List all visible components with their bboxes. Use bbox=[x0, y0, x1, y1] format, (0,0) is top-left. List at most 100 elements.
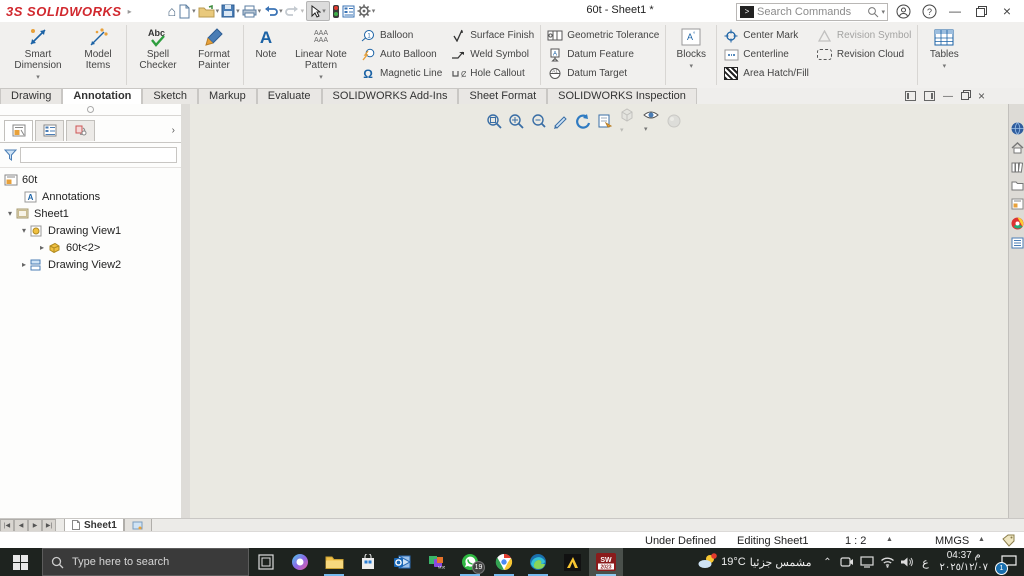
search-icon[interactable] bbox=[867, 6, 879, 18]
zoom-in-out-icon[interactable] bbox=[530, 113, 546, 129]
smart-dimension-button[interactable]: Smart Dimension ▾ bbox=[4, 22, 72, 88]
new-document-icon[interactable]: ▾ bbox=[178, 1, 196, 21]
tab-solidworks-inspection[interactable]: SOLIDWORKS Inspection bbox=[547, 88, 697, 104]
design-library-icon[interactable] bbox=[1011, 161, 1023, 173]
custom-properties-icon[interactable] bbox=[1011, 237, 1024, 249]
tab-drawing[interactable]: Drawing bbox=[0, 88, 62, 104]
tables-button[interactable]: Tables ▾ bbox=[920, 22, 968, 88]
center-mark-button[interactable]: Center Mark bbox=[723, 26, 809, 45]
pane-left-icon[interactable] bbox=[905, 91, 916, 101]
clock-widget[interactable]: 04:37 م ٢٠٢٥/١٢/٠٧ bbox=[933, 550, 994, 574]
help-icon[interactable]: ? bbox=[916, 2, 942, 20]
tab-feature-manager[interactable] bbox=[4, 120, 33, 141]
model-items-button[interactable]: Model Items bbox=[72, 22, 124, 88]
zoom-fit-icon[interactable] bbox=[486, 113, 502, 129]
balloon-button[interactable]: 1 Balloon bbox=[360, 26, 442, 45]
tag-icon[interactable] bbox=[1002, 534, 1016, 547]
home-icon[interactable]: ⌂ bbox=[168, 1, 176, 21]
filter-input[interactable] bbox=[20, 147, 177, 163]
tree-item-sheet1[interactable]: ▾ Sheet1 bbox=[0, 205, 181, 222]
copilot-icon[interactable] bbox=[283, 548, 317, 576]
linear-note-pattern-button[interactable]: AAAAAA Linear Note Pattern ▾ bbox=[286, 22, 356, 88]
area-hatch-button[interactable]: Area Hatch/Fill bbox=[723, 64, 809, 83]
print-icon[interactable]: ▾ bbox=[242, 1, 262, 21]
home-pane-icon[interactable] bbox=[1011, 142, 1024, 154]
doc-close-button[interactable]: × bbox=[978, 89, 985, 103]
blocks-button[interactable]: A° Blocks ▾ bbox=[668, 22, 714, 88]
tab-sheet-format[interactable]: Sheet Format bbox=[458, 88, 547, 104]
sheet-properties-icon[interactable] bbox=[597, 113, 613, 129]
weather-widget[interactable]: 19°C مشمس جزئيا bbox=[691, 548, 817, 576]
tree-item-root[interactable]: 60t bbox=[0, 171, 181, 188]
tab-configuration-manager[interactable] bbox=[66, 120, 95, 141]
options-gear-icon[interactable]: ▾ bbox=[357, 1, 376, 21]
datum-target-button[interactable]: A1 Datum Target bbox=[547, 64, 659, 83]
units-dropdown-arrow[interactable]: ▲ bbox=[978, 536, 985, 543]
format-painter-button[interactable]: Format Painter bbox=[187, 22, 241, 88]
redraw-icon[interactable] bbox=[574, 113, 591, 129]
units-indicator[interactable]: MMGS bbox=[935, 535, 969, 547]
tab-solidworks-addins[interactable]: SOLIDWORKS Add-Ins bbox=[322, 88, 459, 104]
resources-globe-icon[interactable] bbox=[1011, 122, 1024, 135]
undo-icon[interactable]: ▾ bbox=[263, 1, 283, 21]
geometric-tolerance-button[interactable]: Geometric Tolerance bbox=[547, 26, 659, 45]
doc-minimize-button[interactable]: — bbox=[943, 91, 953, 102]
tab-property-manager[interactable] bbox=[35, 120, 64, 141]
tree-item-drawing-view2[interactable]: ▸ Drawing View2 bbox=[0, 256, 181, 273]
account-icon[interactable] bbox=[890, 2, 916, 20]
tab-markup[interactable]: Markup bbox=[198, 88, 257, 104]
open-icon[interactable]: ▾ bbox=[198, 1, 220, 21]
chrome-icon[interactable] bbox=[487, 548, 521, 576]
start-button[interactable] bbox=[0, 548, 40, 576]
tree-item-drawing-view1[interactable]: ▾ Drawing View1 bbox=[0, 222, 181, 239]
wifi-tray-icon[interactable] bbox=[877, 548, 897, 576]
file-explorer-icon[interactable] bbox=[317, 548, 351, 576]
search-commands-box[interactable]: > Search Commands ▾ bbox=[736, 3, 888, 21]
whatsapp-icon[interactable]: 19 bbox=[453, 548, 487, 576]
tab-evaluate[interactable]: Evaluate bbox=[257, 88, 322, 104]
select-tool[interactable]: ▾ bbox=[306, 1, 330, 21]
rebuild-icon[interactable] bbox=[332, 1, 340, 21]
revision-cloud-button[interactable]: Revision Cloud bbox=[817, 45, 911, 64]
volume-tray-icon[interactable] bbox=[897, 548, 917, 576]
view-orientation-icon[interactable] bbox=[552, 113, 568, 129]
tree-item-part[interactable]: ▸ 60t<2> bbox=[0, 239, 181, 256]
hole-callout-button[interactable]: Ø Hole Callout bbox=[450, 64, 534, 83]
filter-icon[interactable] bbox=[4, 149, 17, 161]
tab-sketch[interactable]: Sketch bbox=[142, 88, 198, 104]
datum-feature-button[interactable]: A Datum Feature bbox=[547, 45, 659, 64]
taskbar-search-box[interactable]: Type here to search bbox=[42, 548, 249, 576]
m365-icon[interactable]: M365 bbox=[419, 548, 453, 576]
save-icon[interactable]: ▾ bbox=[221, 1, 240, 21]
collapse-arrow-icon[interactable]: ▾ bbox=[18, 226, 30, 235]
task-view-icon[interactable] bbox=[249, 548, 283, 576]
doc-restore-button[interactable] bbox=[961, 90, 970, 102]
tray-expand-arrow[interactable]: ⌃ bbox=[817, 548, 837, 576]
expand-arrow-icon[interactable]: ▸ bbox=[36, 243, 48, 252]
drawing-graphics-area[interactable]: ▾ ▾ bbox=[190, 104, 1008, 518]
weld-symbol-button[interactable]: Weld Symbol bbox=[450, 45, 534, 64]
auto-balloon-button[interactable]: Auto Balloon bbox=[360, 45, 442, 64]
zoom-area-icon[interactable] bbox=[508, 113, 524, 129]
collapse-arrow-icon[interactable]: ▾ bbox=[4, 209, 16, 218]
redo-icon[interactable]: ▾ bbox=[285, 1, 305, 21]
surface-finish-button[interactable]: Surface Finish bbox=[450, 26, 534, 45]
sheet-scale[interactable]: 1 : 2 bbox=[845, 535, 866, 547]
view-palette-icon[interactable] bbox=[1011, 198, 1024, 210]
display-tray-icon[interactable] bbox=[857, 548, 877, 576]
close-button[interactable]: × bbox=[994, 2, 1020, 20]
note-button[interactable]: A Note bbox=[246, 22, 286, 88]
panel-resize-handle[interactable] bbox=[0, 104, 181, 116]
logo-expand-arrow[interactable]: ▸ bbox=[128, 7, 132, 16]
meet-now-icon[interactable] bbox=[837, 548, 857, 576]
edge-icon[interactable] bbox=[521, 548, 555, 576]
expand-arrow-icon[interactable]: ▸ bbox=[18, 260, 30, 269]
tree-item-annotations[interactable]: A Annotations bbox=[0, 188, 181, 205]
ansys-icon[interactable] bbox=[555, 548, 589, 576]
pane-right-icon[interactable] bbox=[924, 91, 935, 101]
centerline-button[interactable]: Centerline bbox=[723, 45, 809, 64]
tab-annotation[interactable]: Annotation bbox=[62, 88, 142, 104]
solidworks-2023-icon[interactable]: SW2023 bbox=[589, 548, 623, 576]
microsoft-store-icon[interactable] bbox=[351, 548, 385, 576]
scale-dropdown-arrow[interactable]: ▲ bbox=[886, 536, 893, 543]
